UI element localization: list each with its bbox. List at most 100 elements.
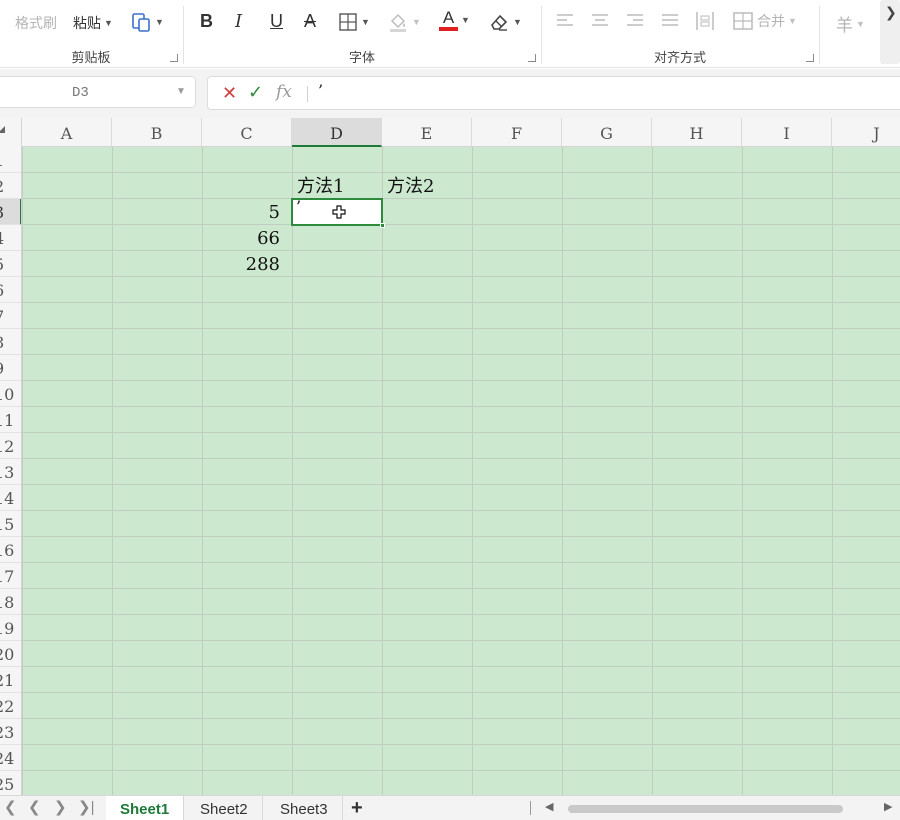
row-header-10[interactable]: 10 — [0, 381, 21, 407]
chevron-down-icon: ▼ — [361, 17, 370, 27]
borders-button[interactable]: ▼ — [338, 12, 370, 32]
row-header-11[interactable]: 11 — [0, 407, 21, 433]
row-header-15[interactable]: 15 — [0, 511, 21, 537]
font-launcher-icon[interactable] — [528, 54, 536, 62]
alignment-launcher-icon[interactable] — [806, 54, 814, 62]
currency-symbol: 羊 — [836, 16, 853, 35]
last-sheet-icon[interactable]: ❯| — [78, 798, 94, 816]
name-box-value: D3 — [72, 85, 89, 101]
format-painter-button[interactable]: 格式刷 — [15, 13, 57, 33]
insert-function-icon[interactable]: fx — [276, 82, 292, 102]
clear-format-button[interactable]: ▼ — [488, 11, 522, 33]
row-header-16[interactable]: 16 — [0, 537, 21, 563]
column-header-I[interactable]: I — [742, 118, 832, 147]
merge-cells-icon — [732, 11, 754, 31]
align-right-button[interactable] — [626, 13, 644, 29]
row-header-7[interactable]: 7 — [0, 303, 21, 329]
confirm-icon[interactable]: ✓ — [248, 82, 263, 103]
sheet-tab-sheet3[interactable]: Sheet3 — [266, 796, 343, 820]
sheet-tab-sheet1[interactable]: Sheet1 — [106, 796, 185, 820]
column-header-B[interactable]: B — [112, 118, 202, 147]
cell-D2[interactable]: 方法1 — [292, 173, 382, 199]
row-header-6[interactable]: 6 — [0, 277, 21, 303]
font-color-button[interactable]: A ▼ — [439, 9, 470, 31]
column-header-G[interactable]: G — [562, 118, 652, 147]
distributed-align-button[interactable] — [695, 11, 715, 31]
row-header-13[interactable]: 13 — [0, 459, 21, 485]
column-header-J[interactable]: J — [832, 118, 900, 147]
row-header-18[interactable]: 18 — [0, 589, 21, 615]
paste-options-button[interactable]: ▼ — [130, 11, 164, 33]
chevron-down-icon[interactable]: ▼ — [176, 86, 186, 97]
sheet-tab-sheet2[interactable]: Sheet2 — [186, 796, 263, 820]
scroll-right-icon[interactable]: ▶ — [884, 800, 892, 813]
font-group-label: 字体 — [348, 50, 375, 65]
align-center-button[interactable] — [591, 13, 609, 29]
row-header-3[interactable]: 3 — [0, 199, 21, 225]
align-left-button[interactable] — [556, 13, 574, 29]
chevron-down-icon: ▼ — [461, 15, 470, 25]
column-header-E[interactable]: E — [382, 118, 472, 147]
font-color-letter: A — [442, 8, 455, 27]
first-sheet-icon[interactable]: ❮ — [4, 798, 17, 816]
prev-sheet-icon[interactable]: ❮ — [28, 798, 41, 816]
active-cell-value: ’ — [296, 197, 302, 216]
cell-C4[interactable]: 66 — [202, 225, 292, 251]
cancel-icon[interactable]: ✕ — [222, 83, 237, 104]
row-header-25[interactable]: 25 — [0, 771, 21, 795]
format-painter-label: 格式刷 — [15, 15, 57, 31]
strikethrough-label: A — [304, 11, 317, 31]
currency-format-button[interactable]: 羊 ▼ — [836, 11, 865, 36]
clipboard-group-label: 剪贴板 — [71, 50, 111, 65]
row-header-1[interactable]: 1 — [0, 147, 21, 173]
fill-handle[interactable] — [380, 223, 385, 228]
bold-button[interactable]: B — [200, 11, 213, 32]
column-header-A[interactable]: A — [22, 118, 112, 147]
formula-divider — [307, 86, 308, 102]
group-divider — [183, 6, 184, 64]
strikethrough-button[interactable]: A — [304, 11, 316, 32]
column-header-C[interactable]: C — [202, 118, 292, 147]
row-header-14[interactable]: 14 — [0, 485, 21, 511]
formula-input-area: ✕ ✓ fx ’ — [207, 76, 900, 110]
row-header-4[interactable]: 4 — [0, 225, 21, 251]
clipboard-launcher-icon[interactable] — [170, 54, 178, 62]
paste-button[interactable]: 粘贴 ▼ — [73, 13, 113, 33]
bold-label: B — [200, 11, 213, 31]
row-header-24[interactable]: 24 — [0, 745, 21, 771]
row-header-17[interactable]: 17 — [0, 563, 21, 589]
formula-input[interactable]: ’ — [318, 81, 323, 100]
row-header-5[interactable]: 5 — [0, 251, 21, 277]
select-all-corner[interactable] — [0, 118, 22, 147]
row-header-8[interactable]: 8 — [0, 329, 21, 355]
row-header-21[interactable]: 21 — [0, 667, 21, 693]
row-header-9[interactable]: 9 — [0, 355, 21, 381]
merge-button[interactable]: 合并 ▼ — [732, 11, 797, 31]
row-header-22[interactable]: 22 — [0, 693, 21, 719]
add-sheet-button[interactable]: + — [351, 796, 363, 820]
cell-C5[interactable]: 288 — [202, 251, 292, 277]
scroll-left-icon[interactable]: ◀ — [545, 800, 553, 813]
cell-E2[interactable]: 方法2 — [382, 173, 472, 199]
scroll-split-handle[interactable] — [530, 801, 531, 815]
cell-C3[interactable]: 5 — [202, 199, 292, 225]
column-header-H[interactable]: H — [652, 118, 742, 147]
justify-button[interactable] — [661, 13, 679, 29]
row-header-23[interactable]: 23 — [0, 719, 21, 745]
name-box[interactable]: D3 ▼ — [0, 76, 196, 108]
row-header-2[interactable]: 2 — [0, 173, 21, 199]
column-header-D[interactable]: D — [292, 118, 382, 147]
ribbon-scroll-right-button[interactable]: ❯ — [880, 0, 900, 64]
fill-color-button[interactable]: ▼ — [387, 11, 421, 33]
row-header-20[interactable]: 20 — [0, 641, 21, 667]
horizontal-scrollbar-thumb[interactable] — [568, 805, 843, 813]
cell-area[interactable]: 方法1 方法2 5 66 288 ’ — [22, 147, 900, 795]
active-cell-D3[interactable]: ’ — [291, 197, 383, 226]
row-header-19[interactable]: 19 — [0, 615, 21, 641]
underline-button[interactable]: U — [270, 11, 283, 32]
italic-button[interactable]: I — [235, 11, 242, 32]
eraser-icon — [488, 11, 510, 33]
next-sheet-icon[interactable]: ❯ — [54, 798, 67, 816]
row-header-12[interactable]: 12 — [0, 433, 21, 459]
column-header-F[interactable]: F — [472, 118, 562, 147]
